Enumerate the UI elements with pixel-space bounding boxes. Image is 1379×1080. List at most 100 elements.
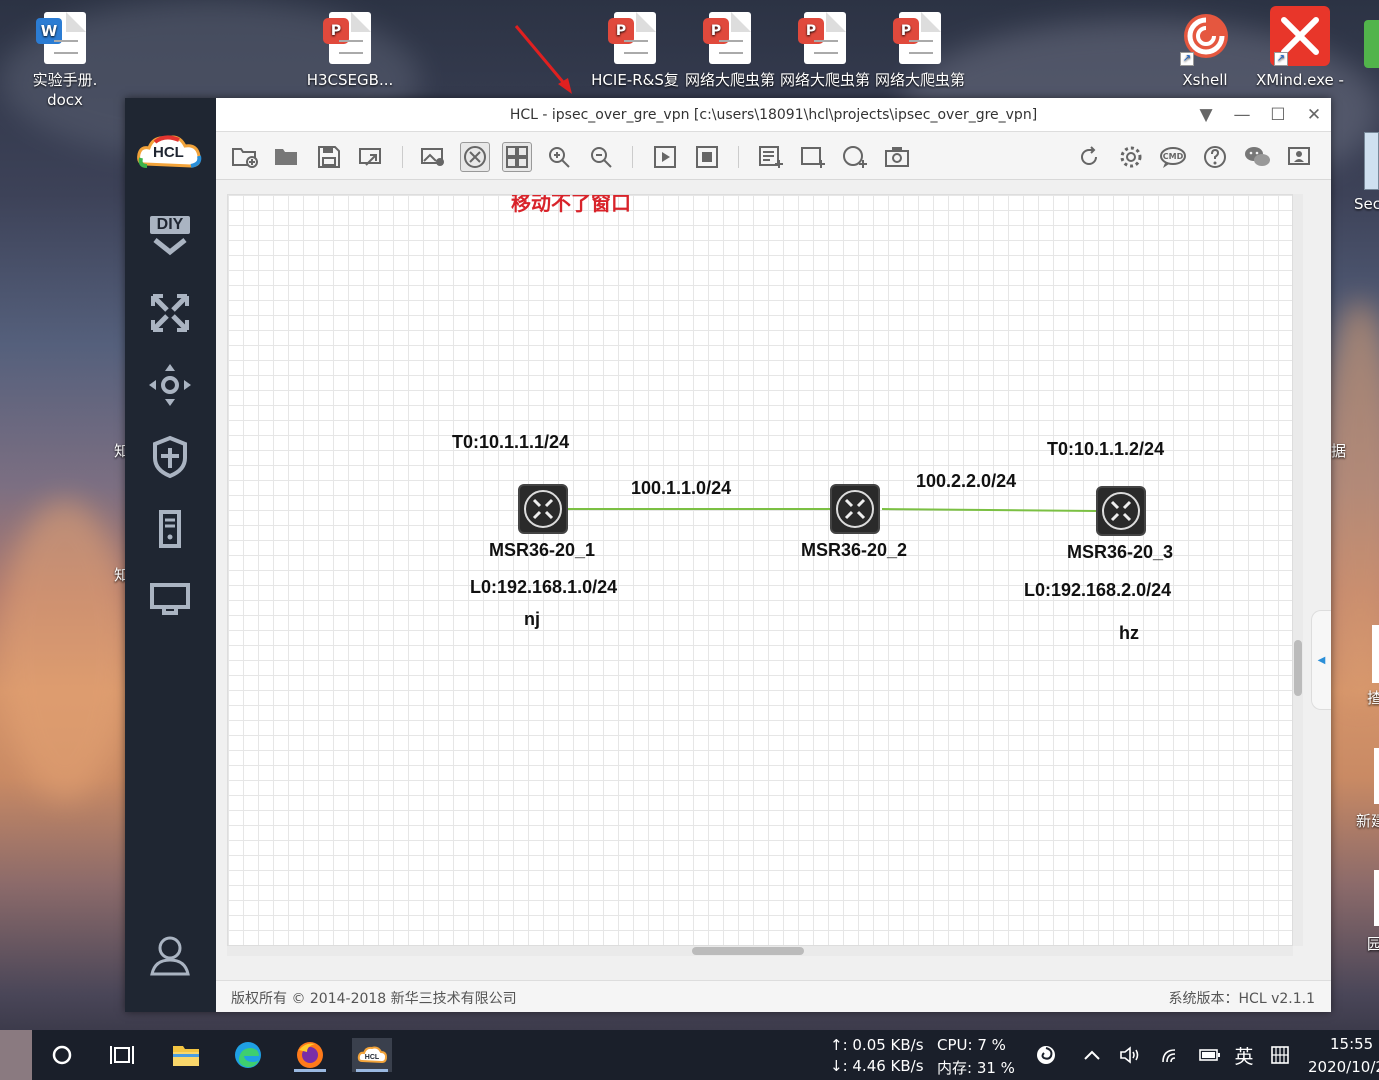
horizontal-scroll-thumb[interactable]: [692, 947, 804, 955]
cmd-icon: CMD: [1160, 147, 1186, 168]
site-label-right: hz: [1119, 623, 1139, 643]
close-button[interactable]: ✕: [1303, 104, 1325, 126]
firefox-icon: [297, 1042, 323, 1068]
sidebar-router-button[interactable]: [147, 290, 193, 336]
sidebar-user-button[interactable]: [147, 932, 193, 978]
zoom-in-button[interactable]: [544, 142, 574, 172]
chevron-down-icon: [153, 238, 187, 256]
tray-app-button[interactable]: [1026, 1038, 1066, 1072]
desktop-icon-spider-2[interactable]: P 网络大爬虫第: [777, 12, 873, 90]
copyright-text: 版权所有 © 2014-2018 新华三技术有限公司: [231, 991, 517, 1007]
router-msr36-20-3[interactable]: [1096, 486, 1146, 536]
ime-mode-button[interactable]: [1260, 1038, 1300, 1072]
link-lines: [568, 508, 1099, 512]
shield-icon: [153, 435, 187, 479]
export-button[interactable]: [356, 142, 386, 172]
zoom-out-button[interactable]: [586, 142, 616, 172]
desktop-icon-label: H3CSEGB...: [306, 71, 394, 89]
sidebar-server-button[interactable]: [147, 506, 193, 552]
start-all-button[interactable]: [650, 142, 680, 172]
user-icon: [150, 936, 190, 976]
account-card-icon: [1288, 147, 1310, 165]
add-ellipse-button[interactable]: [840, 142, 870, 172]
edge-icon: [235, 1042, 261, 1068]
desktop-edge-label: 园: [1367, 935, 1379, 953]
taskbar-edge[interactable]: [228, 1038, 268, 1072]
ime-language-button[interactable]: 英: [1224, 1038, 1264, 1072]
task-view-button[interactable]: [102, 1038, 142, 1072]
sidebar-switch-button[interactable]: [147, 362, 193, 408]
wechat-button[interactable]: [1242, 142, 1272, 172]
desktop-icon-label: 网络大爬虫第: [779, 71, 870, 89]
volume-button[interactable]: [1110, 1038, 1150, 1072]
save-button[interactable]: [314, 142, 344, 172]
stop-all-button[interactable]: [692, 142, 722, 172]
loopback-label-right: L0:192.168.2.0/24: [1024, 580, 1172, 600]
grid-view-button[interactable]: [502, 142, 532, 172]
taskbar-hcl[interactable]: HCL: [352, 1038, 392, 1072]
play-icon: [654, 146, 676, 168]
desktop-icon-hcie[interactable]: P HCIE-R&S复: [587, 12, 683, 90]
vertical-scroll-thumb[interactable]: [1294, 640, 1302, 696]
device-view-button[interactable]: [460, 142, 490, 172]
desktop-icon-partial-green[interactable]: [1364, 20, 1379, 68]
new-project-button[interactable]: [230, 142, 260, 172]
right-panel-toggle[interactable]: ◀: [1311, 610, 1331, 710]
desktop-icon-label: 网络大爬虫第: [874, 71, 965, 89]
minimize-button[interactable]: —: [1231, 104, 1253, 126]
router-msr36-20-2[interactable]: [830, 484, 880, 534]
refresh-button[interactable]: [1074, 142, 1104, 172]
folder-open-icon: [275, 149, 297, 165]
desktop-icon-h3cse[interactable]: P H3CSEGB...: [302, 12, 398, 90]
monitor-icon: [150, 583, 190, 615]
shortcut-arrow-icon: ↗: [1180, 52, 1194, 66]
desktop-icon-manual[interactable]: W 实验手册. docx: [17, 12, 113, 110]
topology-canvas[interactable]: 移动不了窗口 MSR36-20_1 MSR36-20_2 MSR36-20_3 …: [227, 194, 1293, 946]
router-icon: [532, 498, 554, 520]
svg-text:CMD: CMD: [1163, 152, 1184, 161]
screenshot-button[interactable]: [418, 142, 448, 172]
desktop-icon-spider-3[interactable]: P 网络大爬虫第: [872, 12, 968, 90]
folder-icon: [173, 1046, 199, 1066]
desktop-icon-xmind[interactable]: ↗ XMind.exe -: [1252, 6, 1348, 90]
maximize-button[interactable]: ☐: [1267, 104, 1289, 126]
red-arrow-annotation: [514, 25, 572, 94]
cmd-button[interactable]: CMD: [1158, 142, 1188, 172]
taskbar-firefox[interactable]: [290, 1038, 330, 1072]
clock-date[interactable]: 2020/10/2: [1308, 1058, 1379, 1076]
desktop-icon-label: XMind.exe -: [1256, 71, 1344, 89]
active-indicator: [294, 1069, 326, 1072]
desktop-edge-icon: [1374, 748, 1379, 804]
desktop-icon-spider-1[interactable]: P 网络大爬虫第: [682, 12, 778, 90]
zoom-out-icon: [591, 147, 612, 168]
desktop-icon-xshell[interactable]: ↗ Xshell: [1157, 8, 1253, 90]
router-msr36-20-1[interactable]: [518, 484, 568, 534]
sidebar-terminal-button[interactable]: [147, 576, 193, 622]
sidebar-diy-button[interactable]: DIY: [147, 216, 193, 262]
hcl-window[interactable]: HCL DIY HCL - ipsec_over_gre_vpn [c:\use…: [125, 98, 1331, 1012]
toolbar-separator: [632, 146, 633, 168]
loopback-label-left: L0:192.168.1.0/24: [470, 577, 618, 597]
help-button[interactable]: [1200, 142, 1230, 172]
tray-expand-button[interactable]: [1072, 1038, 1112, 1072]
rect-plus-icon: [801, 147, 825, 168]
zoom-in-icon: [549, 147, 570, 168]
account-button[interactable]: [1284, 142, 1314, 172]
sidebar-firewall-button[interactable]: [147, 434, 193, 480]
start-button[interactable]: [42, 1038, 82, 1072]
open-project-button[interactable]: [272, 142, 302, 172]
desktop-edge-label: 揸: [1367, 689, 1379, 707]
settings-button[interactable]: [1116, 142, 1146, 172]
capture-button[interactable]: [882, 142, 912, 172]
vertical-scrollbar[interactable]: [1293, 194, 1303, 946]
menu-dropdown-button[interactable]: ▼: [1195, 104, 1217, 126]
title-bar[interactable]: HCL - ipsec_over_gre_vpn [c:\users\18091…: [216, 98, 1331, 132]
clock-time[interactable]: 15:55: [1330, 1035, 1373, 1053]
desktop-icon-sublabel: docx: [47, 91, 83, 109]
add-rect-button[interactable]: [798, 142, 828, 172]
chevron-up-icon: [1084, 1050, 1100, 1060]
taskbar-explorer[interactable]: [166, 1038, 206, 1072]
wifi-button[interactable]: [1152, 1038, 1192, 1072]
add-text-button[interactable]: [756, 142, 786, 172]
link-label-2: 100.2.2.0/24: [916, 471, 1017, 491]
